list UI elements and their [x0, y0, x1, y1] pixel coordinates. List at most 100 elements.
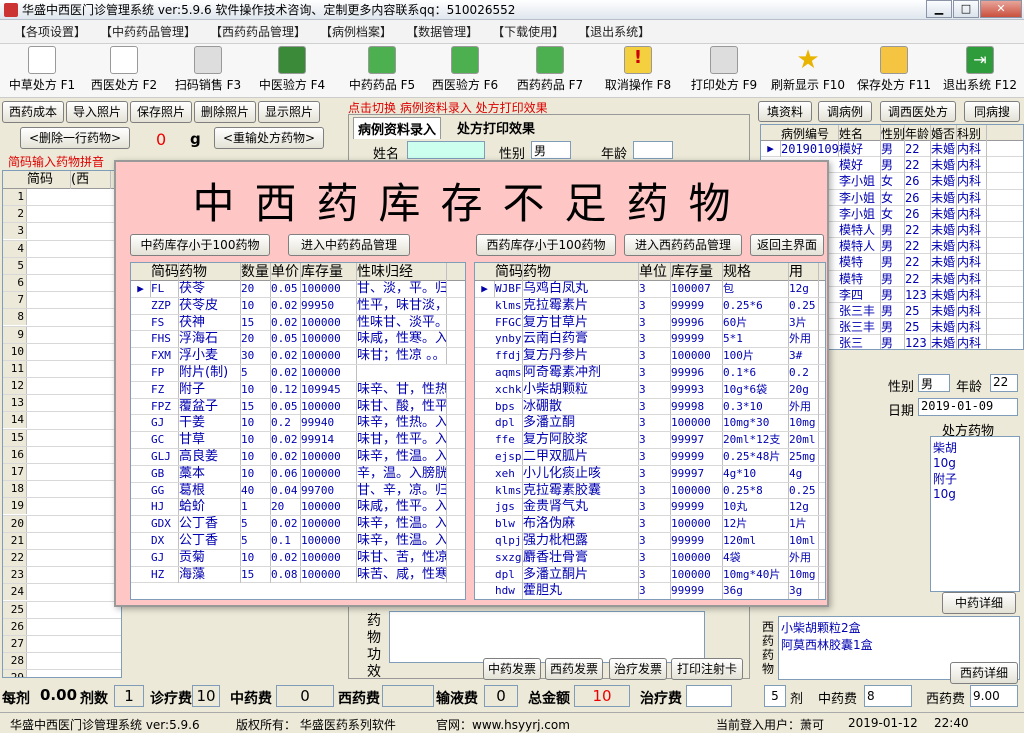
table-row[interactable]: klms 克拉霉素胶囊 3 100000 0.25*8 0.25	[475, 482, 825, 500]
table-row[interactable]: 28	[3, 653, 121, 671]
table-row[interactable]: 11	[3, 360, 121, 379]
table-row[interactable]: FZ 附子 10 0.12 109945 味辛、甘，性热	[131, 381, 465, 399]
table-row[interactable]: klms 克拉霉素片 3 99999 0.25*6 0.25	[475, 297, 825, 315]
table-row[interactable]: 20	[3, 515, 121, 533]
print-injection-button[interactable]: 打印注射卡	[671, 658, 743, 680]
maximize-icon[interactable]: □	[953, 0, 979, 18]
table-row[interactable]: 25	[3, 601, 121, 619]
right-doses-value[interactable]: 5	[764, 685, 786, 707]
herb-low-stock-grid[interactable]: 简码药物 数量 单价 库存量 性味归经 ▶ FL 茯苓 20 0.05 100000 甘、淡，平。归…	[130, 262, 466, 600]
cancel-op-button[interactable]: ! 取消操作 F8	[600, 46, 676, 96]
refresh-button[interactable]: ★ 刷新显示 F10	[766, 46, 850, 96]
wm-detail-button[interactable]: 西药详细	[950, 662, 1018, 684]
treat-invoice-button[interactable]: 治疗发票	[609, 658, 667, 680]
table-row[interactable]: 18	[3, 481, 121, 499]
wm-drugs-button[interactable]: 西药药品 F7	[512, 46, 588, 96]
table-row[interactable]: 22	[3, 549, 121, 568]
menu-exit[interactable]: 【退出系统】	[578, 23, 650, 40]
table-row[interactable]: FS 茯神 15 0.02 100000 性味甘、淡平。	[131, 314, 465, 332]
table-row[interactable]: ynby 云南白药膏 3 99999 5*1 外用	[475, 331, 825, 349]
age-field[interactable]	[633, 141, 673, 159]
table-row[interactable]: qlpj 强力枇杷露 3 99999 120ml 10ml	[475, 532, 825, 550]
load-record-button[interactable]: 调病例	[818, 101, 872, 122]
table-row[interactable]: 9	[3, 326, 121, 344]
table-row[interactable]: dpl 多潘立酮片 3 100000 10mg*40片 10mg	[475, 566, 825, 584]
table-row[interactable]: FFGC 复方甘草片 3 99996 60片 3片	[475, 314, 825, 332]
table-row[interactable]: 10	[3, 343, 121, 361]
wm-fee-value[interactable]	[382, 685, 434, 707]
table-row[interactable]: ▶ 20190109模好男 22 未婚 内科	[761, 141, 1023, 158]
wm-formula-button[interactable]: 西医验方 F6	[428, 46, 502, 96]
table-row[interactable]: bps 冰硼散 3 99998 0.3*10 外用	[475, 398, 825, 416]
table-row[interactable]: ejsp 二甲双胍片 3 99999 0.25*48片 25mg	[475, 448, 825, 466]
date-field[interactable]: 2019-01-09	[918, 398, 1018, 416]
table-row[interactable]: 3	[3, 223, 121, 241]
name-field[interactable]	[407, 141, 485, 159]
table-row[interactable]: jgs 金贵肾气丸 3 99999 10丸 12g	[475, 499, 825, 517]
tab-print-preview[interactable]: 处方打印效果	[453, 117, 539, 138]
table-row[interactable]: 27	[3, 635, 121, 654]
import-photo-button[interactable]: 导入照片	[66, 101, 128, 123]
menu-herb-mgmt[interactable]: 【中药药品管理】	[100, 23, 196, 40]
wm-low-stock-button[interactable]: 西药库存小于100药物	[476, 234, 616, 256]
show-photo-button[interactable]: 显示照片	[258, 101, 320, 123]
table-row[interactable]: 29	[3, 670, 121, 677]
tab-record-entry[interactable]: 病例资料录入	[353, 117, 442, 139]
table-row[interactable]: DX 公丁香 5 0.1 100000 味辛，性温。入	[131, 532, 465, 550]
menu-wm-mgmt[interactable]: 【西药药品管理】	[210, 23, 306, 40]
rx-drugs-text[interactable]: 柴胡 10g 附子 10g	[930, 436, 1020, 592]
table-row[interactable]: 12	[3, 378, 121, 396]
table-row[interactable]: dpl 多潘立酮 3 100000 10mg*30 10mg	[475, 415, 825, 433]
menu-data[interactable]: 【数据管理】	[406, 23, 478, 40]
table-row[interactable]: GC 甘草 10 0.02 99914 味甘，性平。入	[131, 432, 465, 449]
table-row[interactable]: ffe 复方阿胶浆 3 99997 20ml*12支 20ml	[475, 432, 825, 449]
table-row[interactable]: GB 藁本 10 0.06 100000 辛，温。入膀胱	[131, 465, 465, 483]
table-row[interactable]: FHS 浮海石 20 0.05 100000 味咸，性寒。入	[131, 331, 465, 349]
table-row[interactable]: 21	[3, 532, 121, 550]
table-row[interactable]: 13	[3, 395, 121, 413]
reinput-rx-button[interactable]: <重输处方药物>	[214, 127, 324, 149]
table-row[interactable]: 1	[3, 189, 121, 207]
herb-mgmt-button[interactable]: 进入中药药品管理	[288, 234, 410, 256]
table-row[interactable]: hdw 藿胆丸 3 99999 36g 3g	[475, 583, 825, 599]
herb-formula-button[interactable]: 中医验方 F4	[252, 46, 332, 96]
table-row[interactable]: GJ 贡菊 10 0.02 100000 味甘、苦，性凉	[131, 549, 465, 567]
table-row[interactable]: FP 附片(制) 5 0.02 100000	[131, 364, 465, 382]
menu-download[interactable]: 【下载使用】	[492, 23, 564, 40]
scan-sale-button[interactable]: 扫码销售 F3	[166, 46, 250, 96]
efficacy-field[interactable]	[389, 611, 705, 663]
fill-info-button[interactable]: 填资料	[758, 101, 812, 122]
table-row[interactable]: 7	[3, 292, 121, 310]
delete-row-button[interactable]: <删除一行药物>	[20, 127, 130, 149]
back-main-button[interactable]: 返回主界面	[750, 234, 824, 256]
herb-low-stock-button[interactable]: 中药库存小于100药物	[130, 234, 270, 256]
doses-value[interactable]: 1	[114, 685, 144, 707]
menu-records[interactable]: 【病例档案】	[320, 23, 392, 40]
herb-invoice-button[interactable]: 中药发票	[483, 658, 541, 680]
table-row[interactable]: 26	[3, 618, 121, 636]
iv-fee-value[interactable]: 0	[484, 685, 518, 707]
print-rx-button[interactable]: 打印处方 F9	[686, 46, 762, 96]
table-row[interactable]: ffdj 复方丹参片 3 100000 100片 3#	[475, 348, 825, 365]
table-row[interactable]: HJ 蛤蚧 1 20 100000 味咸，性平。入	[131, 499, 465, 517]
table-row[interactable]: FXM 浮小麦 30 0.02 100000 味甘；性凉 。。	[131, 348, 465, 365]
table-row[interactable]: HZ 海藻 15 0.08 100000 味苦、咸，性寒	[131, 566, 465, 584]
age-field-right[interactable]: 22	[990, 374, 1018, 392]
sex-field-right[interactable]: 男	[918, 374, 950, 392]
wm-mgmt-button[interactable]: 进入西药药品管理	[624, 234, 742, 256]
load-wm-rx-button[interactable]: 调西医处方	[880, 101, 956, 122]
table-row[interactable]: 19	[3, 498, 121, 516]
table-row[interactable]: 15	[3, 429, 121, 447]
delete-photo-button[interactable]: 删除照片	[194, 101, 256, 123]
minimize-icon[interactable]: ▁	[926, 0, 952, 18]
table-row[interactable]: ▶ FL 茯苓 20 0.05 100000 甘、淡，平。归	[131, 281, 465, 298]
save-photo-button[interactable]: 保存照片	[130, 101, 192, 123]
wm-low-stock-grid[interactable]: 简码药物 单位 库存量 规格用 ▶ WJBF 乌鸡白凤丸 3 100007 包 12g klms 克拉…	[474, 262, 826, 600]
table-row[interactable]: GLJ 高良姜 10 0.02 100000 味辛，性温。入	[131, 448, 465, 466]
treat-fee-value[interactable]	[686, 685, 732, 707]
consult-fee-value[interactable]: 10	[192, 685, 220, 707]
wm-cost-tab[interactable]: 西药成本	[2, 101, 64, 123]
table-row[interactable]: FPZ 覆盆子 15 0.05 100000 味甘、酸，性平	[131, 398, 465, 416]
table-row[interactable]: 6	[3, 274, 121, 293]
right-herb-fee-value[interactable]: 8	[864, 685, 912, 707]
